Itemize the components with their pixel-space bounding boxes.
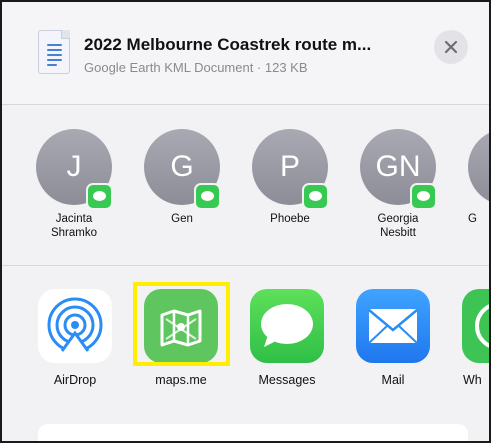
person-name: Gen [171,213,193,225]
apps-row: AirDrop maps.me Messages Mail Wh [2,267,489,397]
messages-badge-icon [410,183,437,210]
app-label: maps.me [155,373,207,387]
app-label: Wh [463,373,482,387]
airdrop-icon [38,289,112,363]
person-georgia-nesbitt[interactable]: GN Georgia Nesbitt [348,129,448,259]
app-label: AirDrop [53,373,97,387]
person-name: Phoebe [270,213,310,225]
actions-area [2,398,489,441]
mail-icon [356,289,430,363]
people-suggestions-row: J Jacinta Shramko G Gen P Phoebe GN Geor… [2,106,489,266]
app-whatsapp[interactable]: Wh [449,289,489,397]
document-icon [38,30,70,74]
app-messages[interactable]: Messages [237,289,337,397]
file-subtitle: Google Earth KML Document · 123 KB [84,60,308,75]
messages-badge-icon [302,183,329,210]
app-mail[interactable]: Mail [343,289,443,397]
person-name: Jacinta Shramko [50,213,98,239]
app-label: Messages [258,373,316,387]
messages-badge-icon [86,183,113,210]
app-label: Mail [381,373,405,387]
person-partial[interactable]: G [456,129,489,259]
highlight-box [133,282,230,366]
person-gen[interactable]: G Gen [132,129,232,259]
share-sheet: 2022 Melbourne Coastrek route m... Googl… [0,0,491,443]
person-name: G [468,213,477,225]
person-phoebe[interactable]: P Phoebe [240,129,340,259]
close-button[interactable] [434,30,468,64]
messages-badge-icon [194,183,221,210]
avatar [468,129,489,205]
messages-icon [250,289,324,363]
whatsapp-icon [462,289,489,363]
person-name: Georgia Nesbitt [377,213,419,239]
close-icon [444,40,458,54]
action-card[interactable] [38,424,468,441]
app-airdrop[interactable]: AirDrop [25,289,125,397]
share-sheet-header: 2022 Melbourne Coastrek route m... Googl… [2,2,489,105]
file-title: 2022 Melbourne Coastrek route m... [84,35,372,54]
person-jacinta-shramko[interactable]: J Jacinta Shramko [24,129,124,259]
